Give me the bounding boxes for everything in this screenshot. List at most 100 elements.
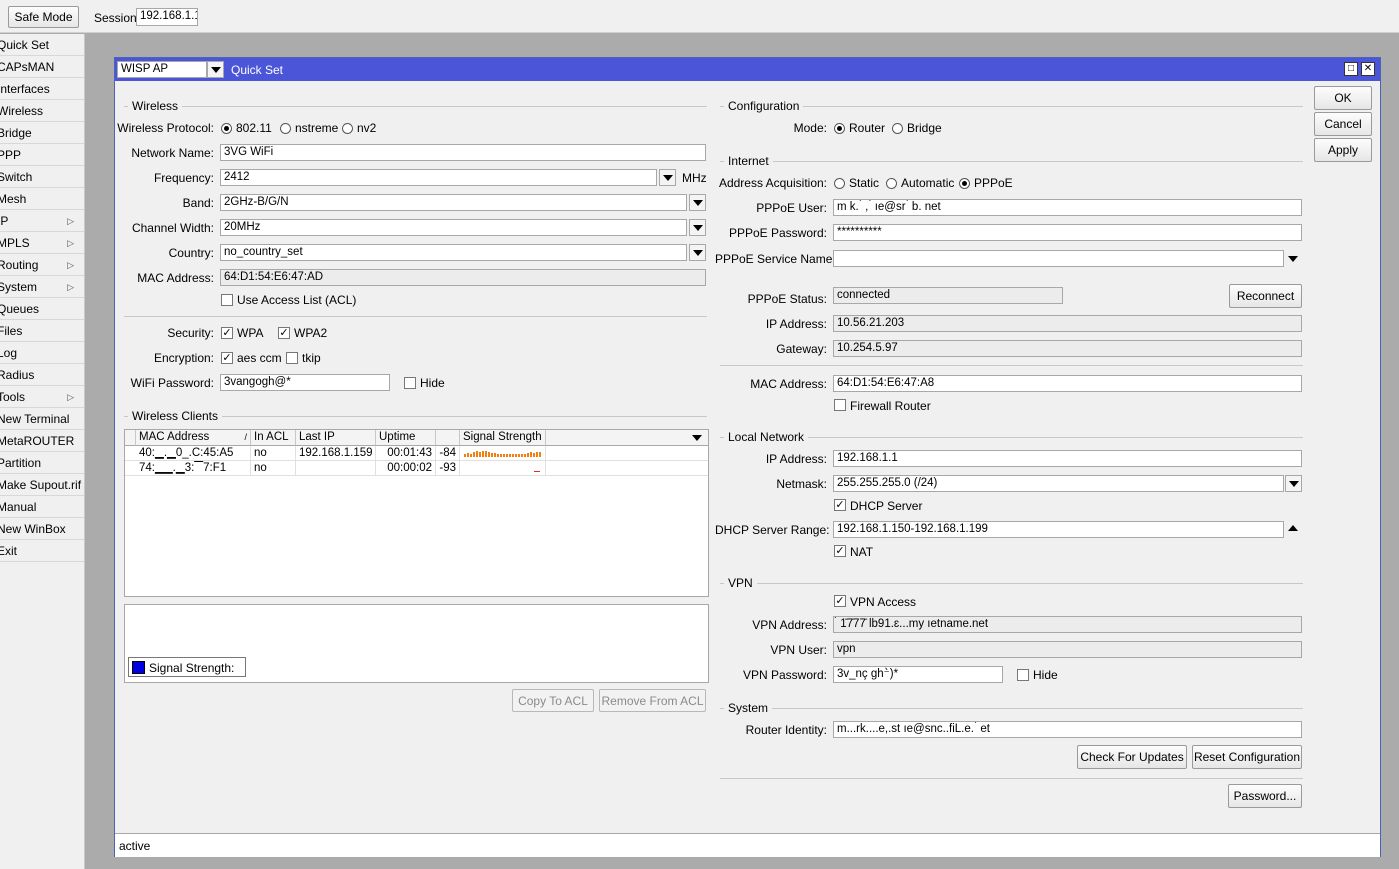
signal-bar (518, 454, 520, 457)
use-acl-checkbox[interactable] (221, 294, 233, 306)
sidebar-item-mesh[interactable]: Mesh (0, 188, 84, 210)
signal-bar (488, 452, 490, 457)
dhcp-range-input[interactable]: 192.168.1.150-192.168.1.199 (833, 521, 1284, 538)
router-identity-input[interactable]: m...rk....e,.st ıe@snc..fiL.e. ̀ et (833, 721, 1302, 738)
nat-checkbox[interactable]: ✓ (834, 545, 846, 557)
pppoe-password-input[interactable]: ********** (833, 224, 1302, 241)
wifi-password-input[interactable]: 3vangogh@* (220, 374, 390, 391)
sidebar-item-tools[interactable]: Tools ▷ (0, 386, 84, 408)
signal-legend: Signal Strength: (128, 657, 246, 677)
column-header-in-acl[interactable]: In ACL (251, 430, 296, 446)
sidebar-item-queues[interactable]: Queues (0, 298, 84, 320)
pppoe-service-input[interactable] (833, 250, 1284, 267)
close-icon[interactable]: ✕ (1361, 62, 1375, 76)
ok-button[interactable]: OK (1314, 86, 1372, 110)
sidebar-item-log[interactable]: Log (0, 342, 84, 364)
band-select[interactable]: 2GHz-B/G/N (220, 194, 687, 211)
dhcp-server-checkbox[interactable]: ✓ (834, 499, 846, 511)
use-acl-label: Use Access List (ACL) (237, 293, 357, 307)
main-toolbar: Safe Mode Session: 192.168.1.1 (0, 0, 1399, 33)
firewall-router-checkbox[interactable] (834, 399, 846, 411)
column-header-mac[interactable]: MAC Address / (136, 430, 251, 446)
column-header-last-ip[interactable]: Last IP (296, 430, 376, 446)
copy-to-acl-button[interactable]: Copy To ACL (512, 689, 594, 712)
cell-signal-value: -84 (436, 446, 460, 460)
sidebar-item-manual[interactable]: Manual (0, 496, 84, 518)
cell-mac: 74:▁▁.▁3:▔7:F1 (136, 461, 251, 475)
password-button[interactable]: Password... (1228, 784, 1302, 808)
sidebar-item-metarouter[interactable]: MetaROUTER (0, 430, 84, 452)
tkip-checkbox[interactable] (286, 352, 298, 364)
sidebar-item-system[interactable]: System ▷ (0, 276, 84, 298)
sidebar-item-wireless[interactable]: Wireless (0, 100, 84, 122)
sidebar-item-bridge[interactable]: Bridge (0, 122, 84, 144)
session-input[interactable]: 192.168.1.1 (136, 8, 198, 26)
sidebar-item-label: MPLS (0, 236, 30, 250)
frequency-dropdown[interactable] (659, 169, 676, 186)
sidebar-item-ppp[interactable]: PPP (0, 144, 84, 166)
sidebar-item-exit[interactable]: Exit (0, 540, 84, 562)
vpn-password-input[interactable]: 3v_nç gh⁻̀)* (833, 666, 1003, 683)
acq-automatic-radio[interactable] (886, 178, 897, 189)
vpn-access-checkbox[interactable]: ✓ (834, 595, 846, 607)
mode-bridge-radio[interactable] (892, 123, 903, 134)
sidebar-item-radius[interactable]: Radius (0, 364, 84, 386)
sidebar-item-ip[interactable]: IP ▷ (0, 210, 84, 232)
sidebar-item-switch[interactable]: Switch (0, 166, 84, 188)
wpa-checkbox[interactable]: ✓ (221, 327, 233, 339)
acq-static-radio[interactable] (834, 178, 845, 189)
sidebar-item-mpls[interactable]: MPLS ▷ (0, 232, 84, 254)
wpa2-checkbox[interactable]: ✓ (278, 327, 290, 339)
signal-bar (538, 471, 540, 472)
cancel-button[interactable]: Cancel (1314, 112, 1372, 136)
column-header-blank[interactable] (436, 430, 460, 446)
sidebar-item-new-winbox[interactable]: New WinBox (0, 518, 84, 540)
table-row[interactable]: 74:▁▁.▁3:▔7:F1 no 00:00:02 -93 (125, 461, 708, 476)
apply-button[interactable]: Apply (1314, 138, 1372, 162)
sidebar-item-routing[interactable]: Routing ▷ (0, 254, 84, 276)
wan-mac-input[interactable]: 64:D1:54:E6:47:A8 (833, 375, 1302, 392)
sidebar-item-capsman[interactable]: CAPsMAN (0, 56, 84, 78)
check-for-updates-button[interactable]: Check For Updates (1077, 745, 1187, 769)
aes-ccm-checkbox[interactable]: ✓ (221, 352, 233, 364)
sidebar-item-make-supout-rif[interactable]: Make Supout.rif (0, 474, 84, 496)
protocol-nv2-radio[interactable] (342, 123, 353, 134)
sidebar-item-label: Bridge (0, 126, 32, 140)
channel-width-select[interactable]: 20MHz (220, 219, 687, 236)
pppoe-user-input[interactable]: m k. ̀ , ̀ ıe@sr ̀ b. net (833, 199, 1302, 216)
lan-ip-input[interactable]: 192.168.1.1 (833, 450, 1302, 467)
sidebar-item-files[interactable]: Files (0, 320, 84, 342)
network-name-input[interactable]: 3VG WiFi (220, 144, 706, 161)
netmask-select[interactable]: 255.255.255.0 (/24) (833, 475, 1284, 492)
country-dropdown[interactable] (689, 244, 706, 261)
submenu-arrow-icon: ▷ (67, 260, 74, 270)
column-header-uptime[interactable]: Uptime (376, 430, 436, 446)
protocol-80211-radio[interactable] (221, 123, 232, 134)
remove-from-acl-button[interactable]: Remove From ACL (599, 689, 706, 712)
mode-select[interactable]: WISP AP (117, 61, 207, 78)
mode-router-radio[interactable] (834, 123, 845, 134)
band-dropdown[interactable] (689, 194, 706, 211)
channel-width-dropdown[interactable] (689, 219, 706, 236)
sidebar-menu: Quick Set CAPsMAN Interfaces Wireless Bridge… (0, 34, 85, 869)
maximize-icon[interactable]: □ (1344, 62, 1358, 76)
wifi-hide-checkbox[interactable] (404, 377, 416, 389)
pppoe-status-label: PPPoE Status: (747, 292, 827, 306)
country-select[interactable]: no_country_set (220, 244, 687, 261)
sidebar-item-label: Files (0, 324, 23, 338)
safe-mode-button[interactable]: Safe Mode (8, 6, 79, 28)
reconnect-button[interactable]: Reconnect (1229, 284, 1302, 308)
sidebar-item-new-terminal[interactable]: New Terminal (0, 408, 84, 430)
mode-select-dropdown[interactable] (207, 61, 224, 78)
reset-configuration-button[interactable]: Reset Configuration (1192, 745, 1302, 769)
column-header-signal[interactable]: Signal Strength (460, 430, 546, 446)
table-row[interactable]: 40:▁.▁0_.C:45:A5 no 192.168.1.159 00:01:… (125, 446, 708, 461)
sidebar-item-quick-set[interactable]: Quick Set (0, 34, 84, 56)
vpn-hide-checkbox[interactable] (1017, 669, 1029, 681)
acq-pppoe-radio[interactable] (959, 178, 970, 189)
protocol-nstreme-radio[interactable] (280, 123, 291, 134)
netmask-dropdown[interactable] (1285, 475, 1302, 492)
frequency-input[interactable]: 2412 (220, 169, 657, 186)
sidebar-item-partition[interactable]: Partition (0, 452, 84, 474)
sidebar-item-interfaces[interactable]: Interfaces (0, 78, 84, 100)
